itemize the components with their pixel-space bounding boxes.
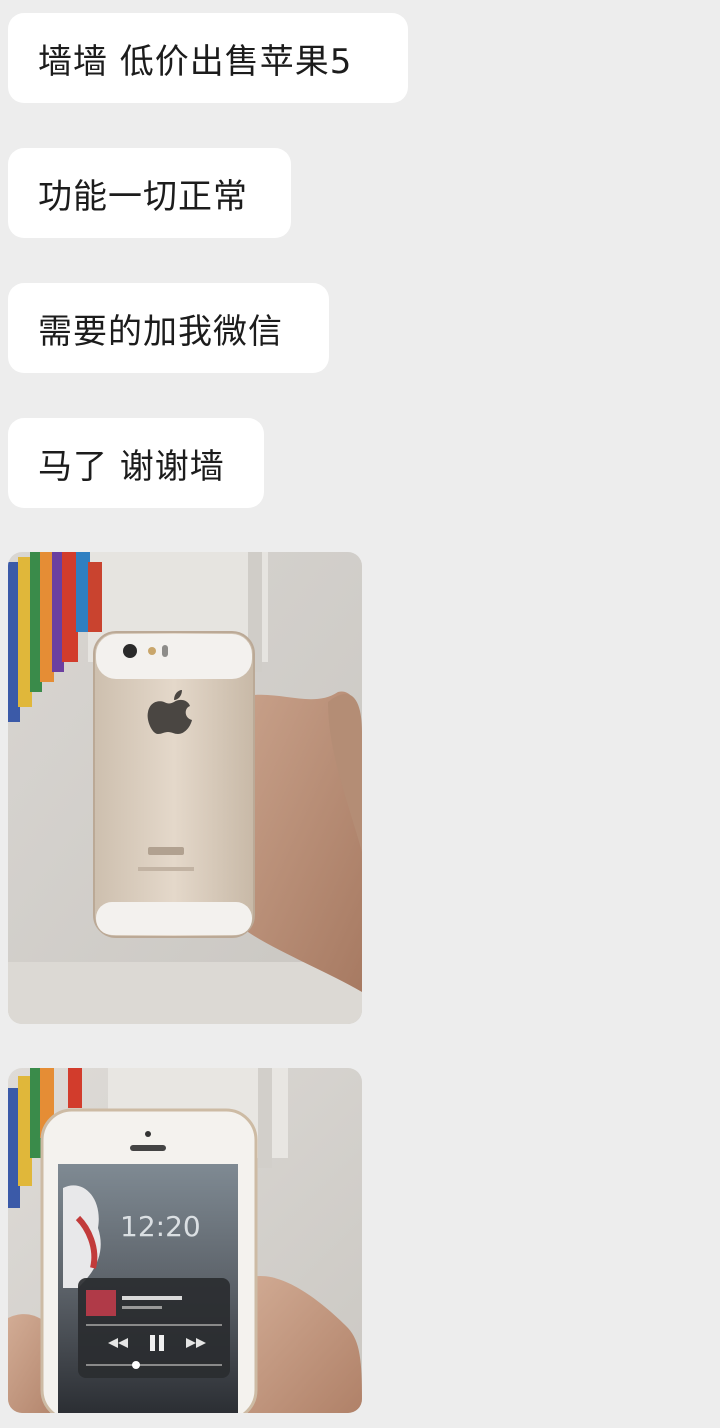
iphone-back-image bbox=[8, 552, 362, 1024]
iphone-front-image: 12:20 bbox=[8, 1068, 362, 1413]
message-text: 墙墙 低价出售苹果5 bbox=[38, 41, 353, 82]
message-bubble-3[interactable]: 需要的加我微信 bbox=[8, 283, 329, 373]
message-text: 需要的加我微信 bbox=[38, 311, 283, 352]
message-bubble-1[interactable]: 墙墙 低价出售苹果5 bbox=[8, 13, 408, 103]
message-text: 功能一切正常 bbox=[38, 176, 248, 217]
photo-message-iphone-front[interactable]: 12:20 bbox=[8, 1068, 362, 1413]
message-bubble-4[interactable]: 马了 谢谢墙 bbox=[8, 418, 264, 508]
chat-thread: 墙墙 低价出售苹果5 功能一切正常 需要的加我微信 马了 谢谢墙 12:20 bbox=[0, 0, 720, 1428]
message-text: 马了 谢谢墙 bbox=[38, 446, 225, 487]
photo-message-iphone-back[interactable] bbox=[8, 552, 362, 1024]
message-bubble-2[interactable]: 功能一切正常 bbox=[8, 148, 291, 238]
svg-text:12:20: 12:20 bbox=[120, 1210, 201, 1243]
bottom-edge bbox=[0, 1413, 720, 1428]
